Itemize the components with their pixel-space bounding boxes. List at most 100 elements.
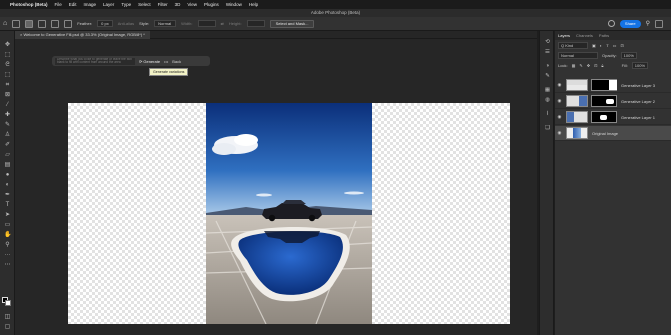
brush-icon[interactable]: ✎ bbox=[4, 122, 11, 128]
tab-paths[interactable]: Paths bbox=[599, 31, 609, 40]
menu-edit[interactable]: Edit bbox=[69, 2, 77, 7]
fill-input[interactable]: 100% bbox=[631, 61, 649, 69]
generative-fill-prompt-input[interactable]: Describe what you'd like to generate or … bbox=[55, 57, 135, 65]
tab-channels[interactable]: Channels bbox=[576, 31, 593, 40]
zoom-icon[interactable]: ⚲ bbox=[4, 242, 11, 248]
document-canvas[interactable] bbox=[68, 103, 510, 324]
lock-position-icon[interactable]: ✥ bbox=[587, 63, 590, 68]
new-selection-icon[interactable] bbox=[25, 19, 34, 28]
brushes-icon[interactable]: ✎ bbox=[544, 73, 551, 79]
move-icon[interactable]: ✥ bbox=[4, 42, 11, 48]
filter-pixel-icon[interactable]: ▣ bbox=[592, 43, 596, 48]
object-select-icon[interactable]: ⬚ bbox=[4, 72, 11, 78]
workspace-icon[interactable] bbox=[655, 19, 663, 28]
filter-shape-icon[interactable]: ▭ bbox=[613, 43, 617, 48]
layer-row[interactable]: ◉ Generative Layer 1 bbox=[555, 110, 671, 125]
type-icon[interactable]: T bbox=[4, 202, 11, 208]
history-brush-icon[interactable]: ✐ bbox=[4, 142, 11, 148]
menu-view[interactable]: View bbox=[187, 2, 197, 7]
width-input[interactable] bbox=[197, 20, 216, 27]
feather-input[interactable]: 0 px bbox=[97, 20, 113, 27]
healing-brush-icon[interactable]: ✚ bbox=[4, 112, 11, 118]
properties-icon[interactable]: ☰ bbox=[544, 49, 551, 55]
hand-icon[interactable]: ✋ bbox=[4, 232, 11, 238]
rectangle-icon[interactable]: ▭ bbox=[4, 222, 11, 228]
eraser-icon[interactable]: ▱ bbox=[4, 152, 11, 158]
menu-help[interactable]: Help bbox=[249, 2, 258, 7]
anti-alias-checkbox[interactable]: Anti-alias bbox=[118, 21, 134, 26]
more-tools-icon[interactable]: ··· bbox=[4, 252, 11, 258]
screen-mode-icon[interactable]: ▢ bbox=[4, 324, 11, 330]
lasso-icon[interactable]: ᘓ bbox=[4, 62, 11, 68]
frame-icon[interactable]: ⊠ bbox=[4, 92, 11, 98]
layer-row[interactable]: ◉ Generative Layer 2 bbox=[555, 94, 671, 109]
menu-window[interactable]: Window bbox=[226, 2, 242, 7]
layers-icon[interactable]: ❏ bbox=[544, 125, 551, 131]
filter-smart-icon[interactable]: ⊡ bbox=[620, 43, 623, 48]
eye-icon[interactable]: ◉ bbox=[556, 82, 563, 88]
menu-image[interactable]: Image bbox=[84, 2, 97, 7]
lock-pixels-icon[interactable]: ▦ bbox=[572, 63, 576, 68]
home-icon[interactable]: ⌂ bbox=[3, 20, 7, 27]
menu-select[interactable]: Select bbox=[138, 2, 151, 7]
path-select-icon[interactable]: ➤ bbox=[4, 212, 11, 218]
clone-stamp-icon[interactable]: ♙ bbox=[4, 132, 11, 138]
background-color-swatch[interactable] bbox=[5, 300, 11, 306]
more-options-button[interactable]: ••• bbox=[164, 59, 168, 64]
paths-icon[interactable]: ⌇ bbox=[544, 111, 551, 117]
history-icon[interactable]: ⟲ bbox=[544, 39, 551, 45]
layer-mask-thumbnail[interactable] bbox=[591, 95, 617, 107]
menu-plugins[interactable]: Plugins bbox=[204, 2, 219, 7]
swap-icon[interactable]: ⇄ bbox=[221, 21, 224, 26]
generate-button[interactable]: ⟳ Generate bbox=[139, 59, 160, 64]
layer-mask-thumbnail[interactable] bbox=[591, 111, 617, 123]
crop-icon[interactable]: ⌗ bbox=[4, 82, 11, 88]
layer-row-selected[interactable]: ◉ Original Image bbox=[555, 126, 671, 141]
share-button[interactable]: Share bbox=[619, 19, 641, 28]
help-icon[interactable] bbox=[607, 20, 615, 27]
dodge-icon[interactable]: ◐ bbox=[4, 182, 11, 188]
opacity-input[interactable]: 100% bbox=[620, 51, 637, 59]
menu-layer[interactable]: Layer bbox=[103, 2, 114, 7]
menu-type[interactable]: Type bbox=[121, 2, 131, 7]
eye-icon[interactable]: ◉ bbox=[556, 98, 563, 104]
add-selection-icon[interactable] bbox=[38, 19, 47, 28]
adjustments-icon[interactable]: ◑ bbox=[544, 63, 551, 69]
marquee-icon[interactable]: ⬚ bbox=[4, 52, 11, 58]
menu-file[interactable]: File bbox=[55, 2, 62, 7]
layer-mask-thumbnail[interactable] bbox=[591, 79, 617, 91]
tab-layers[interactable]: Layers bbox=[558, 31, 570, 40]
quick-mask-icon[interactable]: ◫ bbox=[4, 314, 11, 320]
menu-filter[interactable]: Filter bbox=[158, 2, 168, 7]
layer-row[interactable]: ◉ Generative Layer 3 bbox=[555, 78, 671, 93]
search-icon[interactable]: ⚲ bbox=[646, 20, 650, 27]
lock-artboard-icon[interactable]: ⊡ bbox=[594, 63, 597, 68]
style-select[interactable]: Normal bbox=[154, 20, 177, 27]
lock-all-icon[interactable]: 🔒︎ bbox=[601, 63, 603, 68]
document-tab[interactable]: × Welcome to Generative Fill.psd @ 33.3%… bbox=[15, 31, 150, 39]
opacity-label: Opacity: bbox=[602, 52, 617, 58]
marquee-tool-preset-icon[interactable] bbox=[12, 19, 21, 28]
filter-type-icon[interactable]: T bbox=[606, 43, 608, 48]
back-button[interactable]: Back bbox=[172, 59, 181, 64]
select-and-mask-button[interactable]: Select and Mask... bbox=[269, 19, 315, 28]
blend-mode-select[interactable]: Normal bbox=[558, 51, 598, 59]
subtract-selection-icon[interactable] bbox=[51, 19, 60, 28]
gradient-icon[interactable]: ▤ bbox=[4, 162, 11, 168]
pen-icon[interactable]: ✒ bbox=[4, 192, 11, 198]
eyedropper-icon[interactable]: ⁄ bbox=[4, 102, 11, 108]
lock-brush-icon[interactable]: ✎ bbox=[579, 63, 582, 68]
kind-filter-select[interactable]: Q Kind bbox=[558, 41, 588, 49]
color-icon[interactable]: ◍ bbox=[544, 97, 551, 103]
intersect-selection-icon[interactable] bbox=[64, 19, 73, 28]
libraries-icon[interactable]: ▦ bbox=[544, 87, 551, 93]
blur-icon[interactable]: ● bbox=[4, 172, 11, 178]
menu-3d[interactable]: 3D bbox=[175, 2, 181, 7]
app-menu[interactable]: Photoshop (Beta) bbox=[10, 2, 48, 7]
eye-icon[interactable]: ◉ bbox=[556, 114, 563, 120]
height-input[interactable] bbox=[246, 20, 265, 27]
edit-toolbar-icon[interactable]: ⋯ bbox=[4, 262, 11, 268]
canvas-area[interactable]: Describe what you'd like to generate or … bbox=[15, 39, 537, 335]
eye-icon[interactable]: ◉ bbox=[556, 130, 563, 136]
filter-adjustment-icon[interactable]: ◐ bbox=[600, 43, 602, 48]
